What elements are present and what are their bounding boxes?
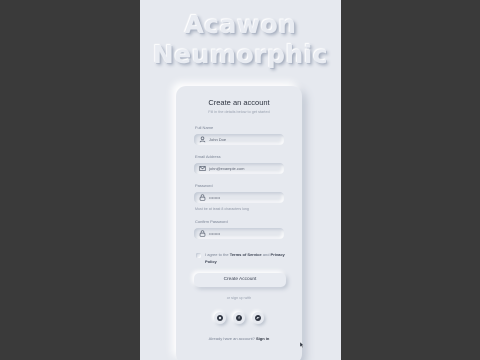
email-field[interactable]: john@example.com [194, 163, 284, 174]
facebook-button[interactable]: f [233, 312, 245, 324]
lock-icon [199, 194, 206, 201]
password-value: •••••••• [209, 195, 221, 200]
lock-icon [199, 230, 206, 237]
mail-icon [199, 165, 206, 172]
social-buttons: f [182, 312, 296, 326]
confirm-password-label: Confirm Password [195, 219, 228, 224]
hero-title: Acawon Neumorphic [140, 10, 341, 70]
mouse-cursor-icon [300, 342, 304, 348]
confirm-password-field[interactable]: •••••••• [194, 228, 284, 239]
user-icon [199, 136, 206, 143]
full-name-label: Full Name [195, 125, 214, 130]
or-divider-text: or sign up with [226, 296, 252, 300]
confirm-password-value: •••••••• [209, 231, 221, 236]
email-value: john@example.com [209, 166, 245, 171]
terms-of-service-link[interactable]: Terms of Service [230, 252, 262, 257]
create-account-button[interactable]: Create Account [194, 273, 286, 287]
twitter-button[interactable] [252, 312, 264, 324]
form-subtitle: Fill in the details below to get started [208, 110, 270, 114]
password-label: Password [195, 183, 213, 188]
terms-and: and [261, 252, 271, 257]
signin-row: Already have an account? Sign in [182, 336, 296, 341]
github-button[interactable] [214, 312, 226, 324]
email-label: Email Address [195, 154, 221, 159]
signin-link[interactable]: Sign in [256, 336, 269, 341]
facebook-icon: f [236, 315, 242, 321]
full-name-field[interactable]: John Doe [194, 134, 284, 145]
terms-text: I agree to the Terms of Service and Priv… [205, 252, 289, 265]
terms-checkbox[interactable] [196, 253, 201, 258]
hero-title-line1: Acawon [184, 10, 297, 39]
form-title: Create an account [208, 98, 270, 107]
hero-title-line2: Neumorphic [152, 40, 329, 69]
signup-card: Create an account Fill in the details be… [176, 86, 304, 360]
github-icon [217, 315, 223, 321]
letterbox-left [0, 0, 140, 360]
terms-prefix: I agree to the [205, 252, 230, 257]
password-field[interactable]: •••••••• [194, 192, 284, 203]
full-name-value: John Doe [209, 137, 227, 142]
letterbox-right [341, 0, 480, 360]
password-hint: Must be at least 8 characters long [195, 207, 249, 211]
app-screen: Acawon Neumorphic Create an account Fill… [140, 0, 341, 360]
signin-prompt: Already have an account? [208, 336, 257, 341]
twitter-icon [255, 315, 261, 321]
